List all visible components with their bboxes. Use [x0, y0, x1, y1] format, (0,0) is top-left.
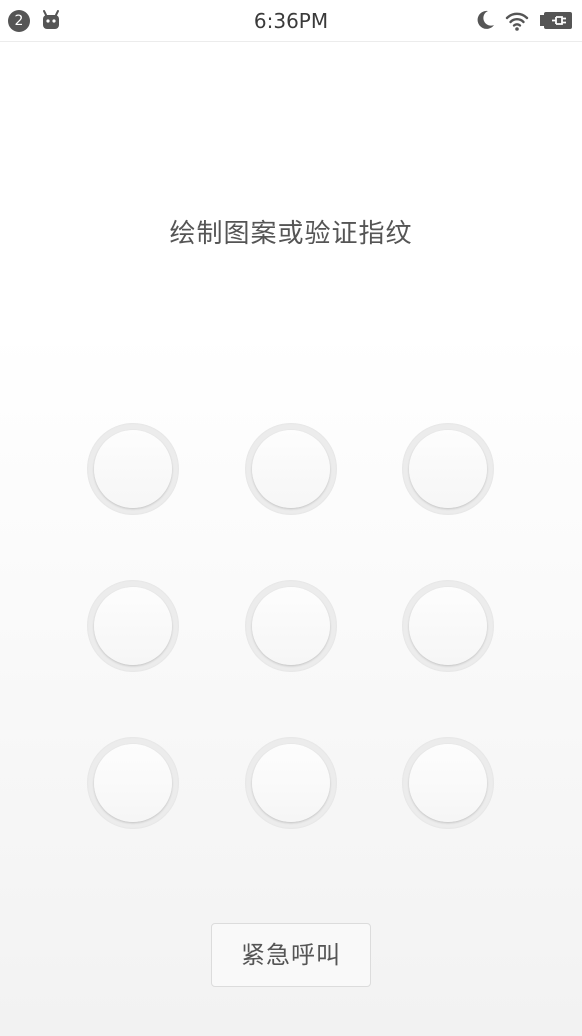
status-bar: 2 6:36PM: [0, 0, 582, 42]
pattern-dot-3[interactable]: [402, 423, 494, 515]
pattern-dot-9[interactable]: [402, 737, 494, 829]
pattern-dot-4[interactable]: [87, 580, 179, 672]
unlock-prompt: 绘制图案或验证指纹: [169, 219, 413, 249]
wifi-icon: [505, 12, 529, 31]
emergency-call-button[interactable]: 紧急呼叫: [211, 923, 371, 987]
pattern-dot-7[interactable]: [87, 737, 179, 829]
pattern-dot-8[interactable]: [245, 737, 337, 829]
pattern-dot-2[interactable]: [245, 423, 337, 515]
pattern-dot-5[interactable]: [245, 580, 337, 672]
battery-charging-icon: [540, 12, 572, 29]
pattern-dot-6[interactable]: [402, 580, 494, 672]
moon-icon: [477, 10, 494, 29]
pattern-dot-1[interactable]: [87, 423, 179, 515]
